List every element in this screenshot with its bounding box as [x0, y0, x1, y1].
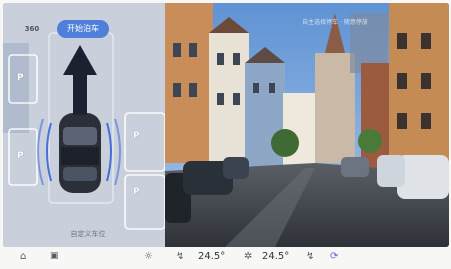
slot-letter-3: P	[133, 131, 140, 141]
bottom-dock: ⌂ ▣ ☼ ↯ 24.5° ✲ 24.5° ↯ ⟳	[0, 250, 451, 269]
seat-heat-right-icon[interactable]: ↯	[306, 251, 314, 262]
car-top-view	[59, 113, 101, 193]
street-scene	[165, 3, 449, 247]
temp-right[interactable]: 24.5°	[262, 251, 289, 262]
street-photo: 自主选择停车 · 随意停放	[165, 3, 449, 247]
street-caption: 自主选择停车 · 随意停放	[302, 19, 368, 26]
square-icon[interactable]: ▣	[50, 251, 59, 261]
view-360-label: 360	[24, 25, 40, 33]
climate-fan-icon[interactable]: ✲	[244, 251, 252, 262]
home-icon[interactable]: ⌂	[20, 251, 26, 262]
view-360-button[interactable]: 360	[21, 20, 43, 38]
custom-slot-button[interactable]: 自定义车位	[43, 229, 133, 239]
seat-heat-left-icon[interactable]: ↯	[176, 251, 184, 262]
car-screen: 360 开始泊车 P P P P 自定义车位 自主选择停车 · 随意停放	[3, 3, 449, 247]
slot-letter-2: P	[17, 151, 24, 161]
parking-scene	[3, 3, 165, 247]
fan-icon[interactable]: ☼	[144, 251, 153, 262]
start-parking-label: 开始泊车	[67, 24, 99, 33]
slot-letter-4: P	[133, 187, 140, 197]
start-parking-button[interactable]: 开始泊车	[57, 20, 109, 38]
parking-view: 360 开始泊车 P P P P 自定义车位	[3, 3, 165, 247]
recirculation-icon[interactable]: ⟳	[330, 251, 338, 262]
slot-letter-1: P	[17, 73, 24, 83]
temp-left[interactable]: 24.5°	[198, 251, 225, 262]
